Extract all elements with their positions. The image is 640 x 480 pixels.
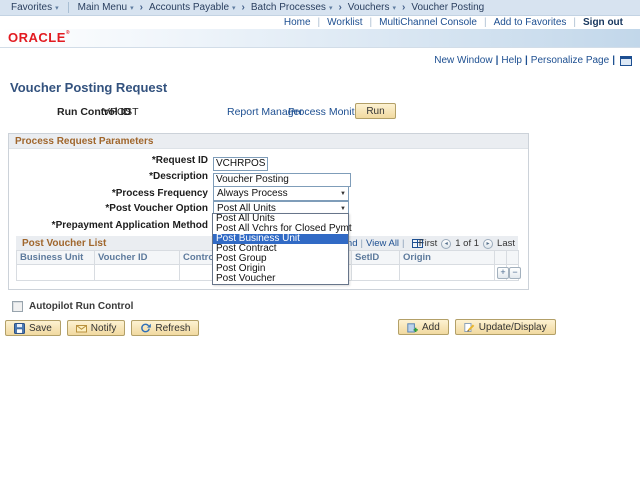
autopilot-checkbox[interactable] bbox=[12, 301, 23, 312]
view-all-link[interactable]: View All bbox=[366, 238, 399, 249]
divider bbox=[612, 55, 615, 66]
cell-voucher-id bbox=[94, 264, 180, 281]
process-frequency-row: *Process Frequency Always Process bbox=[9, 186, 528, 202]
save-button[interactable]: Save bbox=[5, 320, 61, 336]
pager-last-label[interactable]: Last bbox=[497, 238, 515, 249]
process-frequency-select[interactable]: Always Process bbox=[213, 186, 349, 201]
breadcrumb-vouchers[interactable]: Vouchers bbox=[345, 2, 399, 13]
process-frequency-value: Always Process bbox=[217, 188, 288, 199]
notify-envelope-icon bbox=[75, 323, 87, 334]
delete-row-button[interactable] bbox=[509, 266, 521, 279]
column-actions bbox=[494, 250, 507, 265]
column-setid[interactable]: SetID bbox=[351, 250, 400, 265]
post-voucher-option-dropdown: Post All Units Post All Vchrs for Closed… bbox=[212, 213, 352, 285]
favorites-menu[interactable]: Favorites bbox=[8, 2, 62, 13]
home-link[interactable]: Home bbox=[277, 17, 318, 28]
chevron-down-icon bbox=[130, 2, 134, 13]
post-voucher-option-label: *Post Voucher Option bbox=[105, 203, 208, 214]
description-row: *Description bbox=[9, 169, 528, 187]
main-menu[interactable]: Main Menu bbox=[75, 2, 137, 13]
personalize-page-link[interactable]: Personalize Page bbox=[528, 55, 612, 66]
oracle-logo: ORACLE bbox=[8, 30, 70, 45]
brand-band: ORACLE bbox=[0, 29, 640, 48]
pager-position: 1 of 1 bbox=[455, 238, 480, 249]
breadcrumb-voucher-posting: Voucher Posting bbox=[411, 2, 485, 13]
section-title: Process Request Parameters bbox=[9, 134, 528, 149]
refresh-icon bbox=[140, 323, 152, 334]
process-monitor-link[interactable]: Process Monitor bbox=[288, 106, 364, 118]
breadcrumb-separator bbox=[338, 2, 341, 13]
grid-title: Post Voucher List bbox=[22, 237, 107, 249]
personalize-window-icon[interactable] bbox=[620, 55, 632, 66]
autopilot-run-control: Autopilot Run Control bbox=[12, 301, 133, 312]
add-to-favorites-link[interactable]: Add to Favorites bbox=[487, 17, 574, 28]
dropdown-arrow-icon bbox=[340, 187, 346, 200]
divider bbox=[67, 2, 69, 13]
multichannel-console-link[interactable]: MultiChannel Console bbox=[372, 17, 484, 28]
request-id-row: *Request ID bbox=[9, 153, 528, 171]
breadcrumb-separator bbox=[242, 2, 245, 13]
chevron-down-icon bbox=[393, 2, 397, 13]
breadcrumb-accounts-payable[interactable]: Accounts Payable bbox=[146, 2, 239, 13]
column-voucher-id[interactable]: Voucher ID bbox=[94, 250, 180, 265]
cell-origin bbox=[399, 264, 495, 281]
breadcrumb: Favorites Main Menu Accounts Payable Bat… bbox=[0, 0, 640, 16]
column-actions bbox=[506, 250, 519, 265]
grid-pager: First 1 of 1 Last bbox=[419, 238, 515, 249]
chevron-down-icon bbox=[232, 2, 236, 13]
next-page-icon[interactable] bbox=[483, 238, 494, 249]
process-frequency-label: *Process Frequency bbox=[111, 188, 208, 199]
sign-out-link[interactable]: Sign out bbox=[576, 17, 630, 28]
divider bbox=[360, 238, 362, 249]
description-input[interactable] bbox=[213, 172, 351, 187]
breadcrumb-separator bbox=[402, 2, 405, 13]
page-links: New Window Help Personalize Page bbox=[431, 55, 632, 66]
prepayment-application-method-label: *Prepayment Application Method bbox=[51, 220, 208, 231]
request-id-label: *Request ID bbox=[151, 155, 208, 166]
update-display-pencil-icon bbox=[464, 322, 475, 333]
previous-page-icon[interactable] bbox=[441, 238, 452, 249]
toolbar-right: Add Update/Display bbox=[398, 319, 556, 335]
breadcrumb-batch-processes[interactable]: Batch Processes bbox=[248, 2, 336, 13]
run-control-id-value: VPOST bbox=[103, 106, 139, 118]
divider bbox=[402, 238, 404, 249]
pager-first-label[interactable]: First bbox=[419, 238, 437, 249]
breadcrumb-separator bbox=[140, 2, 143, 13]
page-title: Voucher Posting Request bbox=[10, 80, 168, 95]
grid-links: Find View All bbox=[339, 238, 423, 249]
add-row-button[interactable] bbox=[497, 266, 509, 279]
run-button[interactable]: Run bbox=[355, 103, 396, 119]
refresh-button[interactable]: Refresh bbox=[131, 320, 200, 336]
toolbar-left: Save Notify Refresh bbox=[5, 320, 200, 336]
new-window-link[interactable]: New Window bbox=[431, 55, 495, 66]
utility-links: Home Worklist MultiChannel Console Add t… bbox=[0, 16, 640, 29]
column-business-unit[interactable]: Business Unit bbox=[16, 250, 95, 265]
chevron-down-icon bbox=[329, 2, 333, 13]
update-display-button[interactable]: Update/Display bbox=[454, 319, 556, 335]
save-disk-icon bbox=[14, 322, 25, 334]
autopilot-label: Autopilot Run Control bbox=[29, 301, 134, 312]
worklist-link[interactable]: Worklist bbox=[320, 17, 369, 28]
column-origin[interactable]: Origin bbox=[399, 250, 495, 265]
main-menu-label: Main Menu bbox=[77, 2, 128, 13]
notify-button[interactable]: Notify bbox=[66, 320, 126, 336]
cell-business-unit bbox=[16, 264, 95, 281]
voucher-posting-page: Favorites Main Menu Accounts Payable Bat… bbox=[0, 0, 640, 480]
add-button[interactable]: Add bbox=[398, 319, 449, 335]
add-page-icon bbox=[407, 322, 418, 333]
chevron-down-icon bbox=[55, 2, 59, 13]
dropdown-option[interactable]: Post Voucher bbox=[213, 274, 348, 284]
help-link[interactable]: Help bbox=[498, 55, 525, 66]
cell-setid bbox=[351, 264, 400, 281]
favorites-label: Favorites bbox=[11, 2, 53, 13]
description-label: *Description bbox=[149, 171, 208, 182]
